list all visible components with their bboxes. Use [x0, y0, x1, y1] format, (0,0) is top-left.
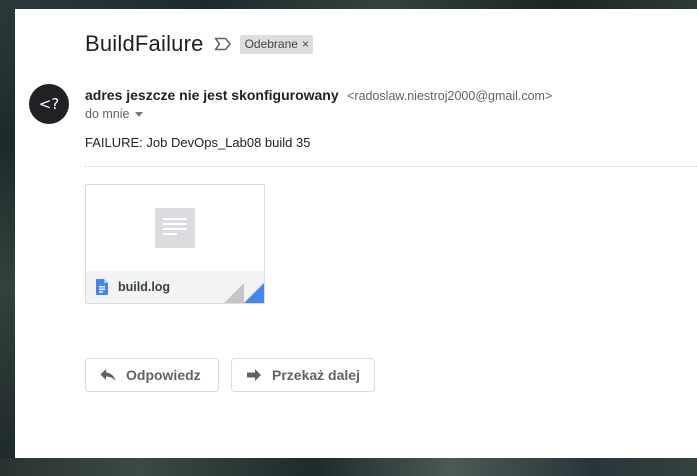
attachment-preview[interactable] — [86, 185, 264, 271]
desktop-background-left — [0, 0, 15, 476]
sender-name[interactable]: adres jeszcze nie jest skonfigurowany — [85, 87, 339, 103]
avatar-text: <? — [38, 95, 60, 113]
subject-row: BuildFailure Odebrane × — [85, 29, 313, 59]
email-subject: BuildFailure — [85, 31, 204, 56]
google-docs-file-icon — [96, 279, 108, 295]
reply-label: Odpowiedz — [126, 367, 201, 383]
document-icon — [155, 208, 195, 248]
attachment-card[interactable]: build.log — [85, 184, 265, 304]
forward-arrow-icon — [246, 368, 262, 382]
label-chip-text: Odebrane — [244, 37, 298, 51]
email-view: BuildFailure Odebrane × <? adres jeszcze… — [15, 9, 697, 458]
forward-label: Przekaż dalej — [272, 367, 360, 383]
desktop-background-bottom — [0, 458, 697, 476]
email-body: FAILURE: Job DevOps_Lab08 build 35 — [85, 135, 311, 150]
importance-marker-icon[interactable] — [214, 37, 232, 51]
remove-label-button[interactable]: × — [302, 37, 309, 51]
chevron-down-icon[interactable] — [135, 111, 144, 117]
attachment-corner-fold — [224, 283, 244, 303]
attachments-divider — [85, 166, 697, 167]
sender-row: adres jeszcze nie jest skonfigurowany <r… — [85, 87, 552, 105]
reply-arrow-icon — [100, 368, 116, 382]
desktop-background-top — [0, 0, 697, 9]
attachment-type-corner — [244, 283, 264, 303]
sender-avatar: <? — [29, 84, 69, 124]
inbox-label-chip: Odebrane × — [239, 34, 313, 54]
sender-email: <radoslaw.niestroj2000@gmail.com> — [347, 89, 553, 103]
attachment-file-name: build.log — [118, 280, 171, 294]
recipient-details-toggle[interactable]: do mnie — [85, 107, 144, 121]
reply-button[interactable]: Odpowiedz — [85, 358, 219, 392]
recipient-line: do mnie — [85, 107, 130, 121]
forward-button[interactable]: Przekaż dalej — [231, 358, 375, 392]
